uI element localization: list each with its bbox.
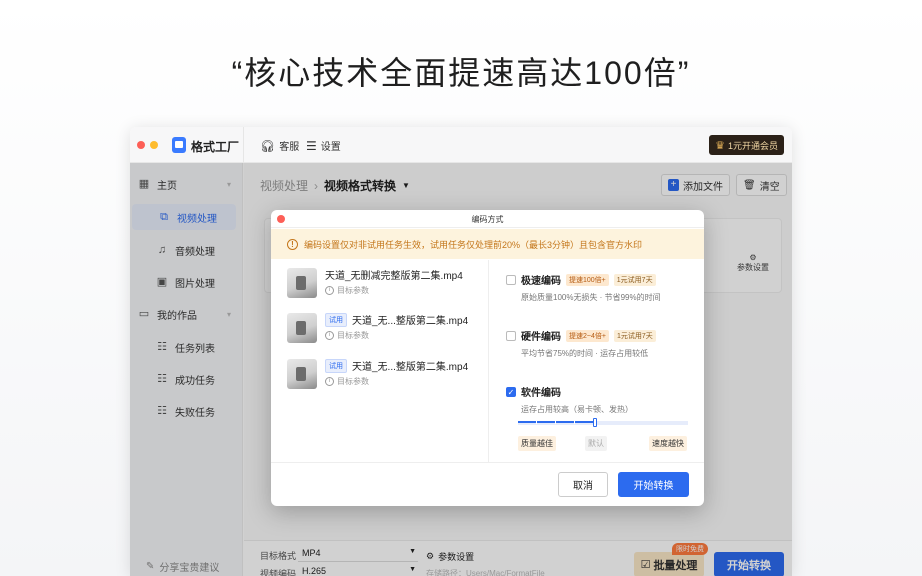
file-name-text: 天道_无删减完整版第二集.mp4	[325, 271, 463, 282]
checkbox[interactable]	[506, 330, 516, 341]
encoder-option-hardware[interactable]: 硬件编码 提速2~4倍+ 1元试用7天 平均节省75%的时间 · 运存占用较低	[506, 328, 696, 359]
encoder-desc: 平均节省75%的时间 · 运存占用较低	[521, 349, 649, 358]
slider-fill	[518, 421, 595, 423]
headline: “核心技术全面提速高达100倍”	[231, 55, 691, 91]
warning-text: 编码设置仅对非试用任务生效，试用任务仅处理前20%（最长3分钟）且包含官方水印	[304, 239, 643, 250]
info-icon: i	[325, 331, 334, 340]
target-param-link[interactable]: i 目标参数	[325, 285, 369, 296]
dialog-header: 编码方式	[271, 210, 704, 228]
video-thumbnail	[287, 313, 317, 343]
file-name: 试用 天道_无...整版第二集.mp4	[325, 312, 468, 327]
list-item[interactable]: 天道_无删减完整版第二集.mp4 i 目标参数	[287, 266, 487, 300]
customer-service-label: 客服	[279, 142, 300, 153]
slider-tick	[555, 421, 556, 424]
video-thumbnail	[287, 359, 317, 389]
encoder-name: 软件编码	[521, 388, 561, 399]
app-title: 格式工厂	[191, 140, 240, 154]
trial-badge: 试用	[325, 358, 347, 373]
divider	[243, 127, 244, 163]
slider-tick	[536, 421, 537, 424]
encoder-option-software[interactable]: ✓ 软件编码 运存占用较高（易卡顿、发热）	[506, 384, 696, 415]
encoding-dialog: 编码方式 ! 编码设置仅对非试用任务生效，试用任务仅处理前20%（最长3分钟）且…	[271, 210, 704, 506]
dialog-footer: 取消 开始转换	[271, 462, 704, 506]
window-minimize-button[interactable]	[150, 141, 158, 149]
info-icon: i	[325, 286, 334, 295]
settings-icon: ☰	[306, 138, 317, 153]
speed-tag: 提速2~4倍+	[566, 329, 609, 342]
target-param-label: 目标参数	[337, 286, 369, 295]
headset-icon: 🎧︎	[260, 138, 276, 153]
encoder-desc: 运存占用较高（易卡顿、发热）	[521, 405, 633, 414]
info-icon: i	[325, 377, 334, 386]
crown-icon: ♛	[715, 139, 725, 152]
list-item[interactable]: 试用 天道_无...整版第二集.mp4 i 目标参数	[287, 311, 487, 345]
target-param-label: 目标参数	[337, 331, 369, 340]
encoder-name: 硬件编码	[521, 332, 561, 343]
file-name-text: 天道_无...整版第二集.mp4	[352, 362, 469, 373]
start-convert-label: 开始转换	[633, 481, 674, 492]
target-param-label: 目标参数	[337, 377, 369, 386]
checkbox[interactable]	[506, 274, 516, 285]
target-param-link[interactable]: i 目标参数	[325, 330, 369, 341]
encoder-name: 极速编码	[521, 276, 561, 287]
default-label[interactable]: 默认	[585, 436, 607, 451]
cancel-label: 取消	[573, 481, 593, 492]
window-close-button[interactable]	[137, 141, 145, 149]
list-item[interactable]: 试用 天道_无...整版第二集.mp4 i 目标参数	[287, 357, 487, 391]
trial-badge: 试用	[325, 312, 347, 327]
warning-banner: ! 编码设置仅对非试用任务生效，试用任务仅处理前20%（最长3分钟）且包含官方水…	[271, 229, 704, 259]
file-name: 天道_无删减完整版第二集.mp4	[325, 267, 463, 282]
trial-tag: 1元试用7天	[613, 329, 656, 342]
file-name-text: 天道_无...整版第二集.mp4	[352, 316, 469, 327]
customer-service-button[interactable]: 🎧︎ 客服	[260, 138, 300, 154]
speed-tag: 提速100倍+	[566, 273, 609, 286]
title-bar: 格式工厂 🎧︎ 客服 ☰ 设置 ♛ 1元开通会员	[130, 127, 792, 163]
start-convert-button[interactable]: 开始转换	[618, 472, 689, 497]
vip-label: 1元开通会员	[727, 140, 778, 151]
target-param-link[interactable]: i 目标参数	[325, 376, 369, 387]
checkbox-checked[interactable]: ✓	[506, 386, 516, 397]
settings-label: 设置	[320, 142, 341, 153]
quality-label: 质量越佳	[518, 436, 556, 451]
file-list: 天道_无删减完整版第二集.mp4 i 目标参数 试用 天道_无...整版第二集.…	[271, 260, 489, 462]
encoder-option-fast[interactable]: 极速编码 提速100倍+ 1元试用7天 原始质量100%无损失 · 节省99%的…	[506, 272, 696, 303]
speed-label: 速度越快	[649, 436, 687, 451]
dialog-title: 编码方式	[471, 215, 504, 224]
trial-tag: 1元试用7天	[613, 273, 656, 286]
encoder-desc: 原始质量100%无损失 · 节省99%的时间	[521, 293, 661, 302]
quality-slider[interactable]	[518, 418, 688, 427]
app-logo-icon	[172, 137, 186, 153]
slider-handle[interactable]	[592, 418, 597, 427]
warning-icon: !	[287, 238, 298, 250]
file-name: 试用 天道_无...整版第二集.mp4	[325, 358, 468, 373]
cancel-button[interactable]: 取消	[558, 472, 608, 497]
slider-tick	[574, 421, 575, 424]
vip-button[interactable]: ♛ 1元开通会员	[709, 135, 784, 155]
video-thumbnail	[287, 268, 317, 298]
settings-button[interactable]: ☰ 设置	[306, 138, 341, 154]
